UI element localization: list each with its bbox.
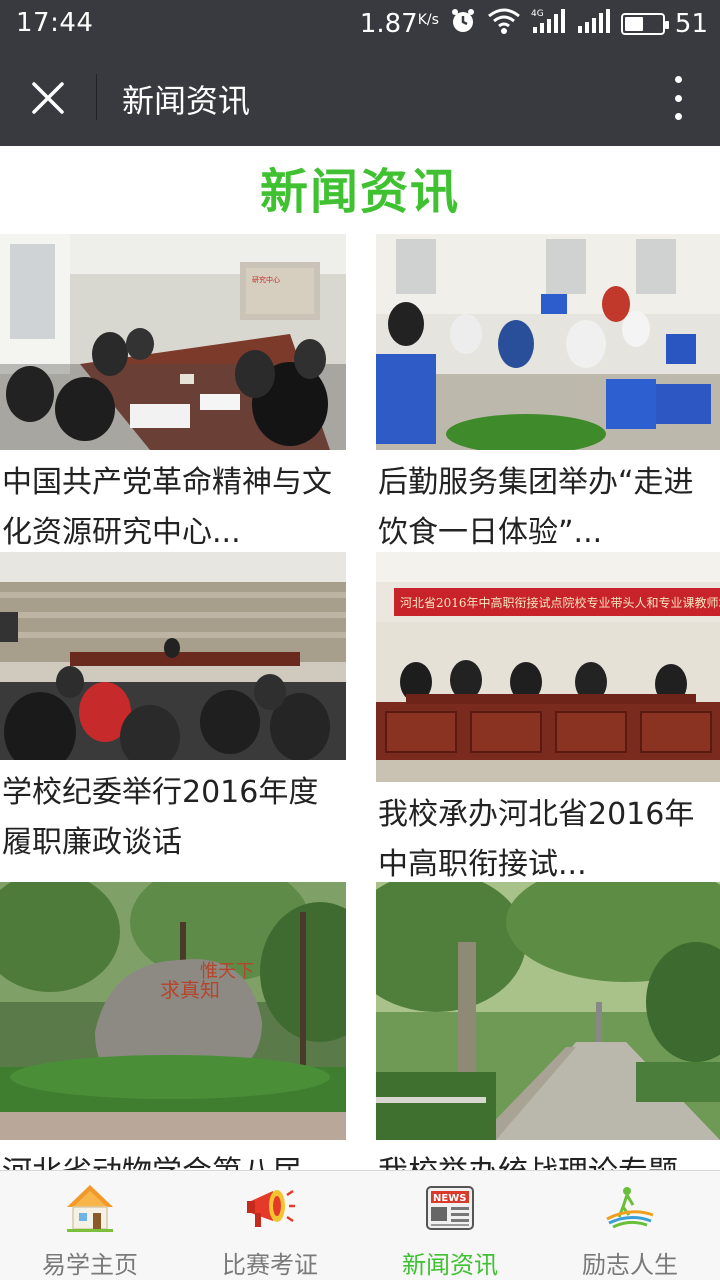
network-speed-unit: K/s: [417, 12, 439, 28]
close-icon: [32, 82, 64, 114]
nav-item-inspire[interactable]: 励志人生: [540, 1171, 720, 1280]
news-thumbnail[interactable]: [376, 234, 720, 454]
news-thumbnail[interactable]: 研究中心: [0, 234, 346, 454]
news-grid: 研究中心 中国共产党革命精神与文化资源研究中心... 后勤服务集团举办“走进饮食…: [0, 234, 720, 1170]
nav-label: 励志人生: [582, 1251, 678, 1279]
svg-text:4G: 4G: [531, 9, 544, 19]
signal-icon: [577, 8, 611, 41]
svg-text:河北省2016年中高职衔接试点院校专业带头人和专业课教师培训: 河北省2016年中高职衔接试点院校专业带头人和专业课教师培训班: [400, 595, 720, 610]
status-bar: 17:44 1.87K/s 4G 51: [0, 0, 720, 48]
network-speed-value: 1.87: [359, 9, 418, 39]
close-button[interactable]: [22, 72, 74, 124]
news-title[interactable]: 后勤服务集团举办“走进饮食一日体验”...: [376, 454, 720, 558]
nav-label: 比赛考证: [222, 1251, 318, 1279]
title-divider: [96, 74, 97, 120]
window-title: 新闻资讯: [122, 82, 251, 120]
news-thumbnail[interactable]: [0, 552, 346, 764]
news-card[interactable]: 后勤服务集团举办“走进饮食一日体验”...: [376, 234, 720, 558]
status-icons: 1.87K/s 4G 51: [360, 6, 708, 42]
nav-label: 易学主页: [42, 1251, 138, 1279]
news-title[interactable]: 我校举办统战理论专题: [376, 1144, 720, 1170]
home-icon: [67, 1185, 113, 1232]
news-title[interactable]: 河北省动物学会第八届: [0, 1144, 346, 1170]
svg-text:惟天下: 惟天下: [200, 961, 254, 982]
news-title[interactable]: 学校纪委举行2016年度履职廉政谈话: [0, 764, 346, 868]
more-menu-button[interactable]: [666, 76, 690, 120]
megaphone-icon: [247, 1189, 295, 1227]
news-title[interactable]: 中国共产党革命精神与文化资源研究中心...: [0, 454, 346, 558]
status-time: 17:44: [16, 8, 94, 38]
news-title[interactable]: 我校承办河北省2016年中高职衔接试...: [376, 786, 720, 890]
svg-text:NEWS: NEWS: [433, 1193, 466, 1204]
battery-icon: [620, 13, 669, 35]
bottom-nav: 易学主页 比赛考证 NEWS 新闻资讯 励志人生: [0, 1170, 720, 1280]
inspire-logo-icon: [606, 1187, 654, 1229]
nav-item-home[interactable]: 易学主页: [0, 1171, 180, 1280]
more-dot: [674, 94, 682, 102]
more-dot: [674, 113, 682, 120]
battery-percent: 51: [674, 9, 708, 39]
news-card[interactable]: 我校举办统战理论专题: [376, 882, 720, 1170]
news-card[interactable]: 河北省2016年中高职衔接试点院校专业带头人和专业课教师培训班 我校承办河北省2…: [376, 552, 720, 890]
news-card[interactable]: 研究中心 中国共产党革命精神与文化资源研究中心...: [0, 234, 346, 558]
news-thumbnail[interactable]: 求真知 惟天下: [0, 882, 346, 1144]
title-bar: 新闻资讯: [0, 48, 720, 146]
nav-label: 新闻资讯: [402, 1251, 498, 1279]
news-card[interactable]: 求真知 惟天下 河北省动物学会第八届: [0, 882, 346, 1170]
nav-item-contest[interactable]: 比赛考证: [180, 1171, 360, 1280]
wifi-icon: [487, 8, 521, 41]
newspaper-icon: NEWS: [426, 1186, 474, 1230]
4g-signal-icon: 4G: [531, 7, 567, 42]
news-thumbnail[interactable]: [376, 882, 720, 1144]
page-heading: 新闻资讯: [259, 164, 460, 220]
battery-fill: [624, 17, 643, 31]
svg-text:研究中心: 研究中心: [252, 275, 280, 284]
more-vertical-icon: [674, 76, 682, 83]
news-card[interactable]: 学校纪委举行2016年度履职廉政谈话: [0, 552, 346, 868]
alarm-icon: [449, 7, 477, 42]
nav-item-news[interactable]: NEWS 新闻资讯: [360, 1171, 540, 1280]
news-thumbnail[interactable]: 河北省2016年中高职衔接试点院校专业带头人和专业课教师培训班: [376, 552, 720, 786]
network-speed: 1.87K/s: [360, 9, 439, 39]
